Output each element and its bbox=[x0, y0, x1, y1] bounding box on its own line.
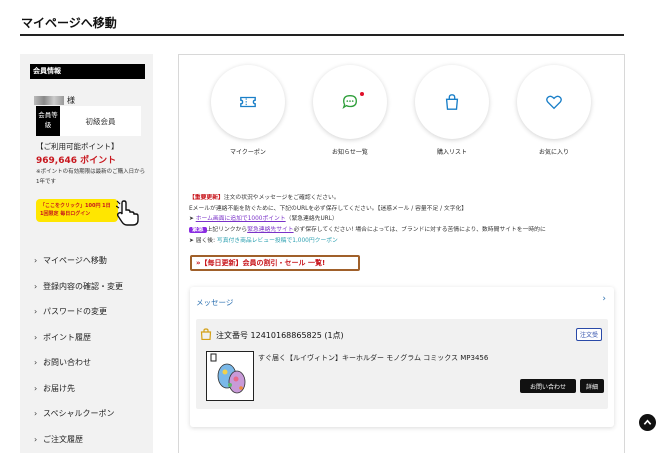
sidebar-item-addresses[interactable]: › お届け先 bbox=[34, 376, 149, 402]
sidebar-item-points-history[interactable]: › ポイント履歴 bbox=[34, 325, 149, 351]
chat-bubble-icon bbox=[342, 95, 357, 110]
product-thumbnail[interactable] bbox=[206, 351, 254, 401]
sidebar-item-password[interactable]: › パスワードの変更 bbox=[34, 299, 149, 325]
shortcut-favorites[interactable]: お気に入り bbox=[517, 65, 591, 156]
heart-icon bbox=[546, 95, 562, 110]
shortcut-circle bbox=[415, 65, 489, 139]
detail-button[interactable]: 詳細 bbox=[580, 379, 604, 393]
product-name: すぐ届く【ルイヴィトン】キーホルダー モノグラム コミックス MP3456 bbox=[258, 354, 489, 362]
product-image bbox=[210, 353, 246, 394]
notice-line: 【重要更新】注文の状況やメッセージをご確認ください。 bbox=[189, 195, 340, 201]
notice-line: 緊急 上記リンクから緊急連絡先サイト必ず保存してください! 場合によっては、ブラン… bbox=[189, 225, 621, 236]
honorific: 様 bbox=[67, 95, 75, 105]
shortcut-circle bbox=[313, 65, 387, 139]
sidebar-item-special-coupon[interactable]: › スペシャルクーポン bbox=[34, 401, 149, 427]
order-bag-icon bbox=[200, 328, 212, 340]
chevron-right-icon: › bbox=[34, 281, 38, 291]
status-badge: 注文受 bbox=[575, 328, 602, 341]
order-number: 注文番号 12410168865825 (1点) bbox=[216, 331, 344, 340]
review-coupon-link[interactable]: 写真付き商品レビュー投稿で1,000円クーポン bbox=[217, 238, 338, 244]
shortcut-label: お知らせ一覧 bbox=[332, 149, 368, 156]
scroll-to-top-button[interactable] bbox=[639, 414, 656, 431]
chevron-right-icon: › bbox=[34, 383, 38, 393]
chevron-right-icon: › bbox=[34, 256, 38, 266]
user-name-blurred bbox=[34, 95, 64, 105]
sidebar-item-order-history[interactable]: › ご注文履歴 bbox=[34, 427, 149, 453]
pointing-hand-icon bbox=[116, 200, 139, 226]
sidebar-nav: › マイページへ移動 › 登録内容の確認・変更 › パスワードの変更 › ポイント履歴 … bbox=[34, 248, 149, 452]
shortcut-purchase-list[interactable]: 購入リスト bbox=[415, 65, 489, 156]
notice-line: ➤ ホーム画面に追加で1000ポイント（緊急連絡先URL） bbox=[189, 216, 338, 223]
page-title: マイページへ移動 bbox=[21, 16, 117, 30]
title-divider bbox=[20, 34, 624, 36]
shortcut-notices[interactable]: お知らせ一覧 bbox=[313, 65, 387, 156]
rank-label: 会員等級 bbox=[36, 106, 60, 136]
chevron-right-icon: › bbox=[34, 307, 38, 317]
rank-value: 初級会員 bbox=[60, 106, 141, 136]
shortcut-circle bbox=[517, 65, 591, 139]
member-sale-banner[interactable]: »【毎日更新】会員の割引・セール 一覧! bbox=[190, 255, 360, 271]
chevron-right-icon: › bbox=[34, 409, 38, 419]
shortcut-label: 購入リスト bbox=[436, 149, 467, 156]
message-card: メッセージ › 注文番号 12410168865825 (1点) 注文受 すぐ届… bbox=[190, 287, 614, 427]
chevron-right-icon[interactable]: › bbox=[602, 294, 606, 304]
points-note: ※ポイントの有効期限は最新のご購入日から1年です bbox=[36, 169, 146, 185]
sidebar-item-profile[interactable]: › 登録内容の確認・変更 bbox=[34, 274, 149, 300]
member-info-heading: 会員情報 bbox=[30, 64, 145, 79]
user-name-row: 様 bbox=[34, 94, 75, 106]
inquiry-button[interactable]: お問い合わせ bbox=[520, 379, 576, 393]
order-summary[interactable]: 注文番号 12410168865825 (1点) 注文受 すぐ届く【ルイヴィトン… bbox=[196, 319, 608, 409]
daily-login-banner[interactable]: 「ここをクリック」100円 1日1回限定 毎日ログイン bbox=[36, 199, 118, 222]
chevron-right-icon: › bbox=[34, 332, 38, 342]
shortcut-label: お気に入り bbox=[538, 149, 569, 156]
sidebar-item-mypage[interactable]: › マイページへ移動 bbox=[34, 248, 149, 274]
main-panel: マイクーポン お知らせ一覧 購入リスト お気に入り 【重要更新】注文の状況やメッ… bbox=[178, 54, 625, 453]
shortcut-my-coupon[interactable]: マイクーポン bbox=[211, 65, 285, 156]
message-header: メッセージ bbox=[196, 298, 234, 307]
sidebar-item-contact[interactable]: › お問い合わせ bbox=[34, 350, 149, 376]
chevron-right-icon: › bbox=[34, 434, 38, 444]
chevron-up-icon bbox=[643, 419, 652, 425]
notice-block: 【重要更新】注文の状況やメッセージをご確認ください。 Eメールが連絡不能を防ぐた… bbox=[189, 193, 621, 247]
ticket-icon bbox=[240, 96, 256, 108]
chevron-right-icon: › bbox=[34, 358, 38, 368]
sidebar: 会員情報 様 会員等級 初級会員 【ご利用可能ポイント】 969,646 ポイン… bbox=[20, 54, 153, 453]
points-label: 【ご利用可能ポイント】 bbox=[36, 142, 119, 151]
emergency-site-link[interactable]: 緊急連絡先サイト bbox=[247, 227, 293, 233]
shortcut-circle bbox=[211, 65, 285, 139]
notice-line: Eメールが連絡不能を防ぐために、下記のURLを必ず保存してください。【迷惑メール… bbox=[189, 205, 468, 212]
shortcut-label: マイクーポン bbox=[230, 149, 266, 156]
notification-dot bbox=[360, 92, 364, 96]
points-value: 969,646 ポイント bbox=[36, 156, 117, 166]
shopping-bag-icon bbox=[445, 94, 459, 110]
member-rank: 会員等級 初級会員 bbox=[36, 106, 141, 136]
urgent-tag: 緊急 bbox=[189, 227, 207, 234]
add-to-home-link[interactable]: ホーム画面に追加で1000ポイント bbox=[196, 216, 286, 222]
notice-line: ➤ 届く後: 写真付き商品レビュー投稿で1,000円クーポン bbox=[189, 237, 338, 244]
